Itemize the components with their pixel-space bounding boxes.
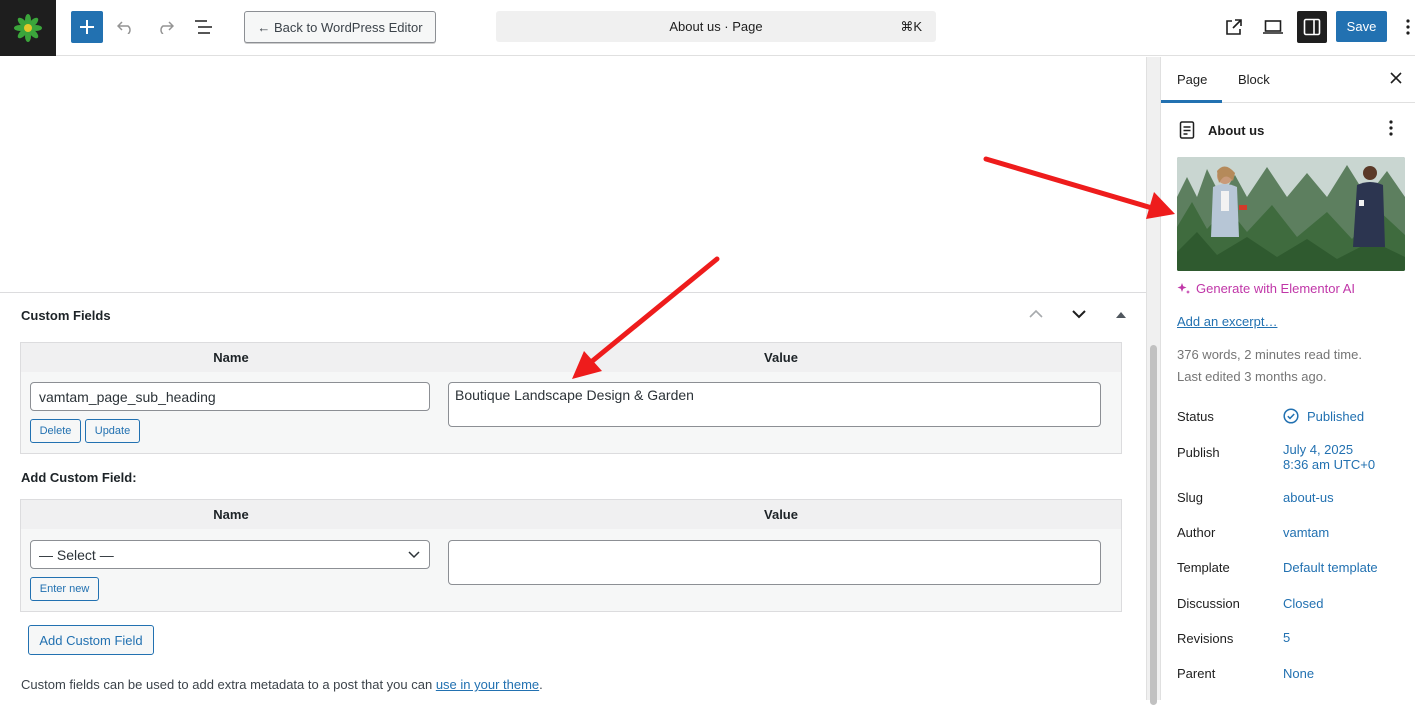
column-header-value: Value — [764, 507, 798, 522]
move-down-button[interactable] — [1071, 307, 1091, 323]
enter-new-button[interactable]: Enter new — [30, 577, 99, 601]
page-icon — [1179, 121, 1197, 141]
status-label: Status — [1177, 409, 1214, 424]
column-header-name: Name — [213, 350, 249, 365]
publish-time: 8:36 am UTC+0 — [1283, 457, 1376, 472]
close-sidebar-button[interactable] — [1389, 71, 1405, 87]
parent-value[interactable]: None — [1283, 666, 1314, 681]
options-button[interactable] — [1401, 12, 1415, 42]
featured-image-photo — [1177, 157, 1405, 271]
save-button[interactable]: Save — [1336, 11, 1387, 42]
list-view-icon — [195, 20, 212, 34]
site-logo[interactable] — [0, 0, 56, 56]
sidebar-tabs: Page Block — [1161, 57, 1415, 103]
command-palette-button[interactable]: About us · Page ⌘K — [496, 11, 936, 42]
page-actions-button[interactable] — [1389, 120, 1397, 140]
active-tab-indicator — [1161, 100, 1222, 103]
undo-button[interactable] — [112, 11, 140, 43]
caret-up-icon — [1116, 312, 1126, 318]
add-custom-field-button[interactable]: Add Custom Field — [28, 625, 154, 655]
custom-field-key-select[interactable]: — Select — — [30, 540, 430, 569]
generate-ai-label: Generate with Elementor AI — [1196, 281, 1355, 296]
featured-image[interactable] — [1177, 157, 1405, 271]
column-header-name: Name — [213, 507, 249, 522]
status-value-button[interactable]: Published — [1283, 408, 1364, 424]
vertical-ellipsis-icon — [1389, 120, 1393, 136]
settings-sidebar: Page Block About us Generate with Elemen… — [1160, 57, 1415, 700]
revisions-value[interactable]: 5 — [1283, 630, 1290, 645]
publish-date: July 4, 2025 — [1283, 442, 1354, 457]
plus-icon — [80, 20, 94, 34]
page-title: About us — [1208, 123, 1265, 138]
sidebar-icon — [1303, 18, 1321, 36]
undo-icon — [117, 21, 131, 34]
add-excerpt-link[interactable]: Add an excerpt… — [1177, 314, 1277, 329]
template-value[interactable]: Default template — [1283, 560, 1378, 575]
delete-field-button[interactable]: Delete — [30, 419, 81, 443]
annotation-arrow — [983, 156, 1175, 219]
help-text-end: . — [539, 677, 543, 692]
slug-label: Slug — [1177, 490, 1204, 505]
chevron-up-icon — [1029, 309, 1043, 318]
revisions-label: Revisions — [1177, 631, 1234, 646]
add-block-button[interactable] — [71, 11, 103, 43]
slug-value[interactable]: about-us — [1283, 490, 1334, 505]
chevron-down-icon — [1072, 310, 1086, 319]
custom-field-name-input[interactable]: vamtam_page_sub_heading — [30, 382, 430, 411]
redo-icon — [160, 21, 174, 34]
back-to-wordpress-editor-button[interactable]: ← Back to WordPress Editor — [244, 11, 436, 43]
new-custom-field-value-textarea[interactable] — [448, 540, 1101, 585]
template-label: Template — [1177, 560, 1230, 575]
column-header-value: Value — [764, 350, 798, 365]
scrollbar-thumb[interactable] — [1150, 345, 1157, 705]
use-in-theme-link[interactable]: use in your theme — [436, 677, 539, 692]
custom-fields-help-text: Custom fields can be used to add extra m… — [21, 677, 543, 692]
parent-label: Parent — [1177, 666, 1216, 681]
sparkle-icon — [1177, 282, 1190, 294]
document-overview-button[interactable] — [190, 11, 218, 43]
move-up-button[interactable] — [1028, 307, 1048, 323]
editor-top-bar: ← Back to WordPress Editor About us · Pa… — [0, 0, 1415, 56]
tab-page[interactable]: Page — [1177, 72, 1207, 87]
redo-button[interactable] — [151, 11, 179, 43]
document-title: About us · Page — [669, 19, 763, 34]
status-value: Published — [1307, 408, 1365, 424]
author-label: Author — [1177, 525, 1216, 540]
custom-field-value-textarea[interactable]: Boutique Landscape Design & Garden — [448, 382, 1101, 427]
discussion-value[interactable]: Closed — [1283, 596, 1323, 611]
table-header: Name Value — [21, 500, 1121, 529]
word-count: 376 words, 2 minutes read time. — [1177, 347, 1362, 362]
vertical-ellipsis-icon — [1406, 19, 1410, 35]
help-text: Custom fields can be used to add extra m… — [21, 677, 436, 692]
author-value[interactable]: vamtam — [1283, 525, 1329, 540]
leaf-logo-icon — [14, 14, 42, 42]
select-value: — Select — — [39, 547, 114, 563]
settings-toggle-button[interactable] — [1297, 11, 1327, 43]
toggle-panel-button[interactable] — [1116, 307, 1132, 323]
last-edited: Last edited 3 months ago. — [1177, 369, 1327, 384]
tab-block[interactable]: Block — [1238, 72, 1270, 87]
metabox-title: Custom Fields — [21, 308, 111, 323]
discussion-label: Discussion — [1177, 596, 1240, 611]
chevron-down-icon — [408, 551, 420, 559]
publish-date-button[interactable]: July 4, 2025 8:36 am UTC+0 — [1283, 442, 1375, 472]
editor-canvas: Custom Fields Name Value vamtam_page_sub… — [0, 57, 1146, 700]
device-preview-button[interactable] — [1258, 12, 1288, 42]
view-page-button[interactable] — [1220, 12, 1248, 42]
generate-with-elementor-ai-link[interactable]: Generate with Elementor AI — [1177, 281, 1355, 296]
new-custom-field-table: Name Value — Select — Enter new — [20, 499, 1122, 612]
publish-label: Publish — [1177, 445, 1220, 460]
update-field-button[interactable]: Update — [85, 419, 140, 443]
close-icon — [1390, 72, 1402, 84]
annotation-arrow — [572, 256, 720, 379]
desktop-icon — [1263, 20, 1283, 34]
add-custom-field-heading: Add Custom Field: — [21, 470, 137, 485]
published-check-icon — [1283, 408, 1299, 424]
shortcut-hint: ⌘K — [900, 19, 922, 34]
external-link-icon — [1226, 19, 1242, 35]
